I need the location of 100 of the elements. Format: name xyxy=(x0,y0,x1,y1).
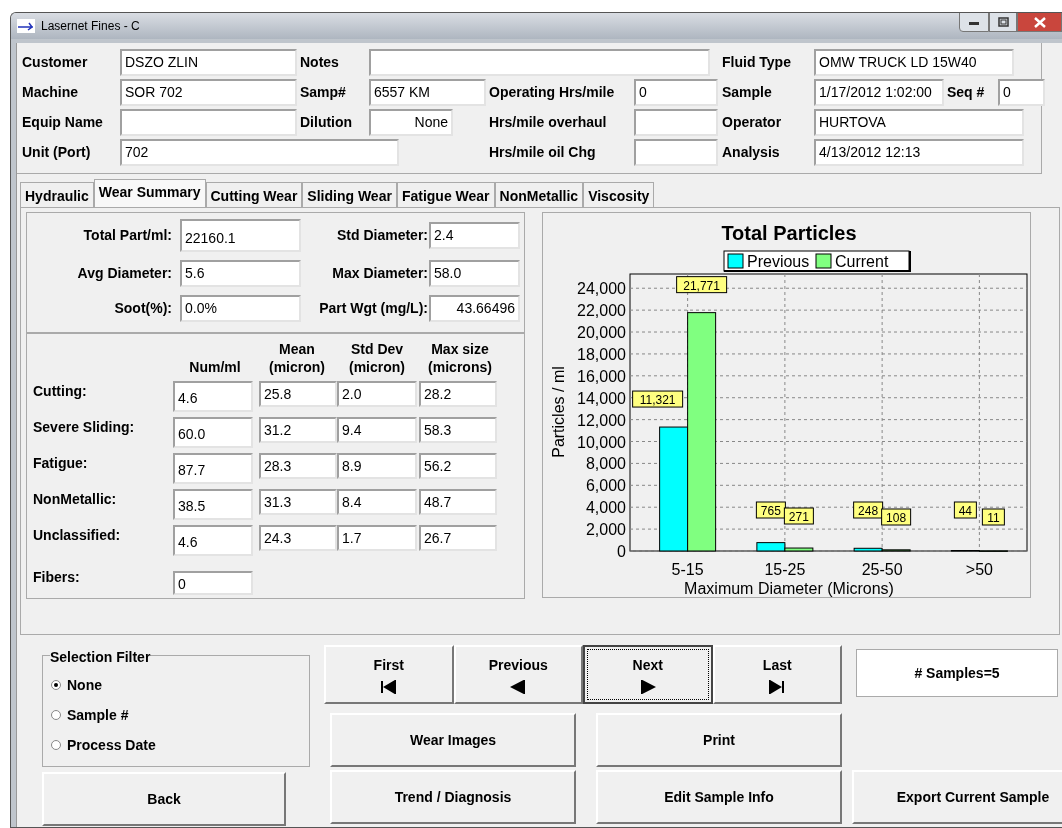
field-label: Fluid Type xyxy=(722,52,792,72)
field-label: Hrs/mile oil Chg xyxy=(489,142,597,162)
data-label: 11 xyxy=(981,508,1005,526)
window-title: Lasernet Fines - C xyxy=(41,18,140,35)
field-label: Analysis xyxy=(722,142,781,162)
y-tick-label: 10,000 xyxy=(577,433,626,451)
input-field[interactable]: OMW TRUCK LD 15W40 xyxy=(814,48,1014,76)
action-button[interactable]: Wear Images xyxy=(330,713,576,767)
input-field[interactable]: 4.6 xyxy=(173,525,253,556)
input-field[interactable]: 22160.1 xyxy=(180,219,301,252)
play-left-icon xyxy=(510,680,527,694)
y-tick-label: 14,000 xyxy=(577,389,626,407)
action-button[interactable]: Print xyxy=(596,713,842,767)
tab[interactable]: Wear Summary xyxy=(93,179,206,207)
row-label: Fibers: xyxy=(33,568,81,587)
input-field[interactable]: 56.2 xyxy=(419,453,497,479)
radio-option[interactable]: None xyxy=(51,670,102,700)
input-field[interactable]: 28.2 xyxy=(419,381,497,407)
row-label: Fatigue: xyxy=(33,454,89,473)
maximize-button[interactable] xyxy=(989,13,1017,32)
radio-option[interactable]: Process Date xyxy=(51,730,156,760)
y-axis-title: Particles / ml xyxy=(550,366,567,458)
input-field[interactable]: 24.3 xyxy=(259,525,337,551)
tab[interactable]: Hydraulic xyxy=(20,182,94,207)
input-field[interactable]: 26.7 xyxy=(419,525,497,551)
field-label: Notes xyxy=(300,52,340,72)
input-field[interactable]: 5.6 xyxy=(180,260,301,287)
input-field[interactable]: None xyxy=(369,108,453,136)
tab[interactable]: Fatigue Wear xyxy=(396,182,495,207)
input-field[interactable]: 9.4 xyxy=(337,417,417,443)
field-label: Samp# xyxy=(300,82,347,102)
input-field[interactable]: 2.0 xyxy=(337,381,417,407)
action-button[interactable]: Trend / Diagnosis xyxy=(330,770,576,824)
minimize-button[interactable] xyxy=(959,13,989,32)
row-label: Cutting: xyxy=(33,382,88,401)
field-label: Equip Name xyxy=(22,112,104,132)
input-field[interactable]: SOR 702 xyxy=(120,78,297,106)
input-field[interactable]: 58.0 xyxy=(429,260,520,287)
y-tick-label: 20,000 xyxy=(577,324,626,342)
field-label: Dilution xyxy=(300,112,354,132)
input-field[interactable]: 4.6 xyxy=(173,381,253,412)
data-label: 271 xyxy=(783,507,814,525)
skip-start-icon xyxy=(380,680,397,694)
x-tick-label: >50 xyxy=(965,561,993,578)
input-field[interactable] xyxy=(120,108,297,136)
input-field[interactable]: 8.4 xyxy=(337,489,417,515)
field-label: Hrs/mile overhaul xyxy=(489,112,608,132)
nav-button[interactable]: Last xyxy=(712,645,842,704)
input-field[interactable]: 38.5 xyxy=(173,489,253,520)
app-icon xyxy=(17,19,35,33)
sample-count: # Samples=5 xyxy=(856,649,1058,697)
close-button[interactable] xyxy=(1017,13,1062,32)
input-field[interactable]: 28.3 xyxy=(259,453,337,479)
input-field[interactable]: HURTOVA xyxy=(814,108,1024,136)
action-button[interactable]: Back xyxy=(42,772,286,826)
y-tick-label: 22,000 xyxy=(577,302,626,320)
input-field[interactable]: 0 xyxy=(173,571,253,595)
tab[interactable]: Cutting Wear xyxy=(205,182,303,207)
field-label: Operating Hrs/mile xyxy=(489,82,616,102)
tab[interactable]: NonMetallic xyxy=(494,182,584,207)
tab[interactable]: Sliding Wear xyxy=(302,182,397,207)
input-field[interactable]: 1.7 xyxy=(337,525,417,551)
input-field[interactable] xyxy=(634,138,718,166)
input-field[interactable]: 31.2 xyxy=(259,417,337,443)
input-field[interactable]: 4/13/2012 12:13 xyxy=(814,138,1024,166)
y-tick-label: 6,000 xyxy=(585,477,626,495)
input-field[interactable]: 0 xyxy=(998,78,1045,106)
input-field[interactable]: 1/17/2012 1:02:00 xyxy=(814,78,944,106)
column-header: Std Dev (micron) xyxy=(348,340,406,376)
input-field[interactable]: 31.3 xyxy=(259,489,337,515)
nav-button[interactable]: Previous xyxy=(453,645,583,704)
field-label: Avg Diameter: xyxy=(76,264,173,283)
input-field[interactable]: DSZO ZLIN xyxy=(120,48,297,76)
field-label: Total Part/ml: xyxy=(82,226,173,245)
y-tick-label: 8,000 xyxy=(585,455,626,473)
tab[interactable]: Viscosity xyxy=(583,182,655,207)
row-label: Severe Sliding: xyxy=(33,418,136,437)
data-label: 11,321 xyxy=(632,390,684,408)
input-field[interactable]: 60.0 xyxy=(173,417,253,448)
input-field[interactable]: 0.0% xyxy=(180,295,301,322)
input-field[interactable]: 25.8 xyxy=(259,381,337,407)
input-field[interactable]: 87.7 xyxy=(173,453,253,484)
radio-option[interactable]: Sample # xyxy=(51,700,129,730)
x-axis-title: Maximum Diameter (Microns) xyxy=(684,580,894,597)
input-field[interactable]: 43.66496 xyxy=(429,295,520,322)
input-field[interactable]: 58.3 xyxy=(419,417,497,443)
input-field[interactable]: 0 xyxy=(634,78,718,106)
field-label: Machine xyxy=(22,82,79,102)
input-field[interactable]: 6557 KM xyxy=(369,78,486,106)
input-field[interactable]: 2.4 xyxy=(429,222,520,249)
nav-button[interactable]: Next xyxy=(583,645,713,704)
action-button[interactable]: Edit Sample Info xyxy=(596,770,842,824)
input-field[interactable]: 8.9 xyxy=(337,453,417,479)
action-button[interactable]: Export Current Sample xyxy=(852,770,1062,824)
input-field[interactable]: 702 xyxy=(120,138,399,166)
input-field[interactable]: 48.7 xyxy=(419,489,497,515)
row-label: Unclassified: xyxy=(33,526,122,545)
input-field[interactable] xyxy=(369,48,710,76)
input-field[interactable] xyxy=(634,108,718,136)
nav-button[interactable]: First xyxy=(324,645,454,704)
